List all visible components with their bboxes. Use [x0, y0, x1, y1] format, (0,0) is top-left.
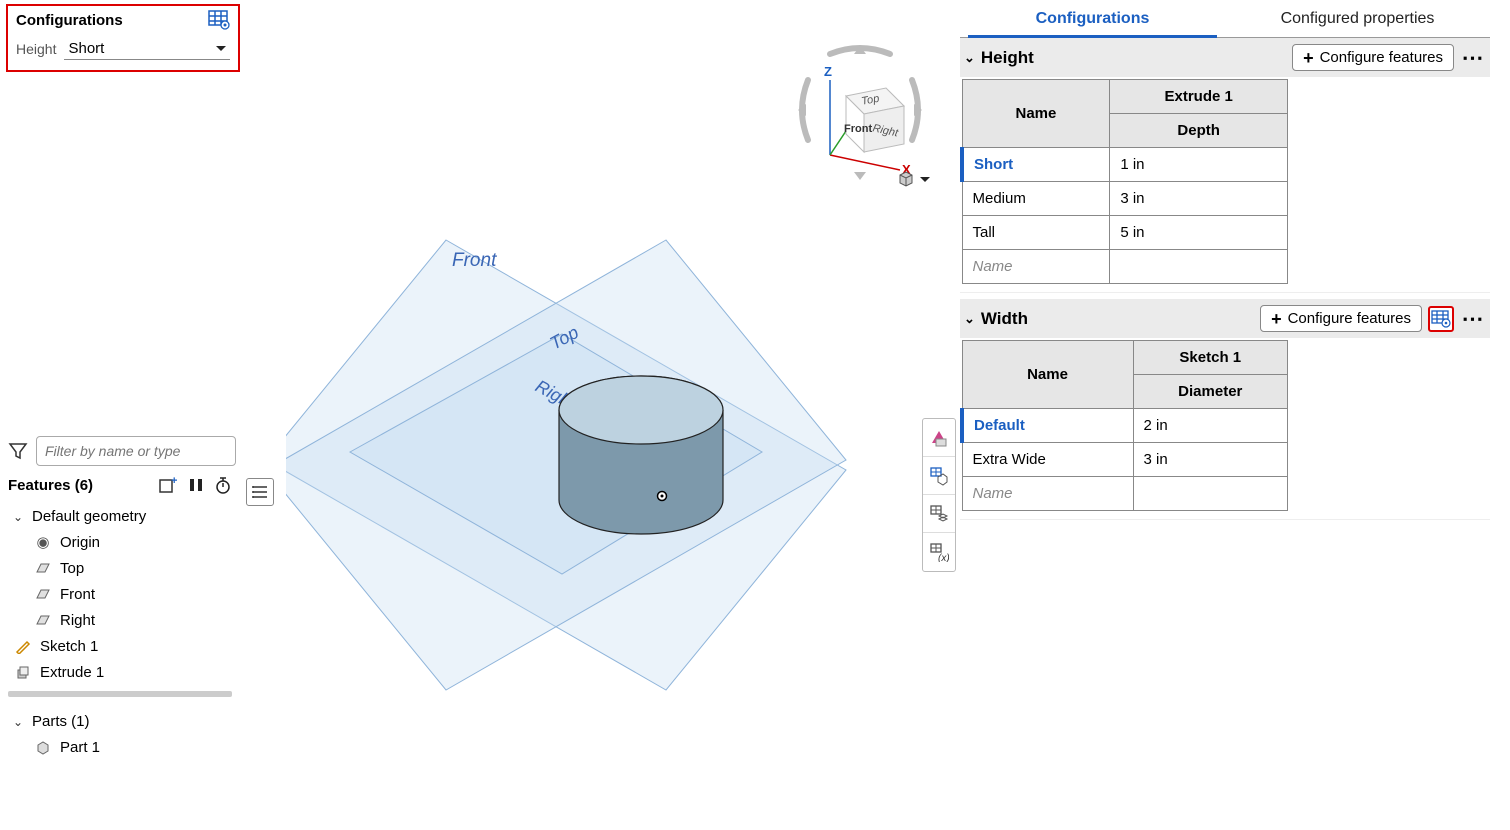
appearance-icon[interactable] — [923, 419, 955, 457]
tree-parts-header[interactable]: ⌄ Parts (1) — [0, 709, 240, 734]
section-height: ⌄ Height + Configure features ⋯ Name Ext… — [960, 38, 1490, 293]
extrude-icon — [14, 663, 32, 681]
origin-icon: ◉ — [34, 533, 52, 551]
feature-tree: ⌄ Default geometry ◉ Origin Top Front Ri… — [0, 500, 240, 689]
config-param-value: Short — [68, 40, 104, 57]
svg-text:Z: Z — [824, 64, 832, 79]
pause-icon[interactable] — [188, 477, 204, 493]
section-width-title: Width — [981, 309, 1028, 329]
config-param-label: Height — [16, 41, 56, 57]
filter-icon[interactable] — [8, 441, 28, 461]
chevron-down-icon: ⌄ — [12, 715, 24, 729]
table-row-new[interactable]: Name — [962, 250, 1288, 284]
col-feature: Extrude 1 — [1110, 80, 1288, 114]
tree-sketch1[interactable]: Sketch 1 — [0, 633, 240, 659]
tree-part1[interactable]: Part 1 — [0, 734, 240, 760]
tab-configured-properties[interactable]: Configured properties — [1225, 0, 1490, 37]
part-icon — [34, 738, 52, 756]
config-param-dropdown[interactable]: Short — [64, 38, 230, 60]
table-row[interactable]: Medium 3 in — [962, 182, 1288, 216]
features-panel: Features (6) + ⌄ Default geometry ◉ Orig… — [0, 432, 240, 830]
plane-icon — [34, 585, 52, 603]
right-panel: Configurations Configured properties ⌄ H… — [960, 0, 1490, 526]
view-cube[interactable]: Z X Y Top Front Right — [790, 40, 930, 190]
width-table: Name Sketch 1 Diameter Default 2 in Extr… — [960, 340, 1288, 511]
add-feature-icon[interactable]: + — [158, 476, 178, 494]
sketch-icon — [14, 637, 32, 655]
plus-icon: + — [1271, 313, 1282, 325]
col-param: Depth — [1110, 114, 1288, 148]
chevron-down-icon[interactable]: ⌄ — [964, 50, 975, 66]
configurations-box-title: Configurations — [16, 12, 123, 29]
stopwatch-icon[interactable] — [214, 476, 232, 494]
configurations-box: Configurations Height Short — [6, 4, 240, 72]
col-param: Diameter — [1133, 375, 1287, 409]
plus-icon: + — [1303, 52, 1314, 64]
tab-configurations[interactable]: Configurations — [960, 0, 1225, 37]
plane-icon — [34, 559, 52, 577]
features-header-label: Features (6) — [8, 477, 93, 494]
svg-text:(x): (x) — [938, 553, 949, 562]
tree-extrude1[interactable]: Extrude 1 — [0, 659, 240, 685]
tree-top-plane[interactable]: Top — [0, 555, 240, 581]
view-mode-dropdown[interactable] — [896, 170, 930, 188]
svg-text:+: + — [171, 476, 177, 487]
configure-features-button[interactable]: + Configure features — [1292, 44, 1454, 71]
config-table-visibility-icon[interactable] — [1428, 306, 1454, 332]
tree-right-plane[interactable]: Right — [0, 607, 240, 633]
plane-icon — [34, 611, 52, 629]
tree-default-geometry[interactable]: ⌄ Default geometry — [0, 504, 240, 529]
chevron-down-icon: ⌄ — [12, 510, 24, 524]
tree-front-plane[interactable]: Front — [0, 581, 240, 607]
caret-down-icon — [920, 177, 930, 182]
height-table: Name Extrude 1 Depth Short 1 in Medium 3… — [960, 79, 1288, 284]
col-name: Name — [962, 80, 1110, 148]
rollback-bar[interactable] — [8, 691, 232, 697]
config-assembly-icon[interactable] — [923, 495, 955, 533]
config-table-icon[interactable] — [208, 10, 230, 30]
chevron-down-icon[interactable]: ⌄ — [964, 311, 975, 327]
table-row-new[interactable]: Name — [962, 477, 1288, 511]
table-row[interactable]: Tall 5 in — [962, 216, 1288, 250]
col-feature: Sketch 1 — [1133, 341, 1287, 375]
more-menu-icon[interactable]: ⋯ — [1460, 45, 1486, 71]
3d-model: Front Top Right — [286, 200, 906, 760]
svg-text:Front: Front — [844, 123, 872, 135]
col-name: Name — [962, 341, 1133, 409]
table-row[interactable]: Extra Wide 3 in — [962, 443, 1288, 477]
config-cube-icon[interactable] — [923, 457, 955, 495]
filter-input[interactable] — [36, 436, 236, 466]
section-height-title: Height — [981, 48, 1034, 68]
toolbar-vertical: (x) — [922, 418, 956, 572]
configure-features-button[interactable]: + Configure features — [1260, 305, 1422, 332]
plane-label-front: Front — [452, 250, 497, 271]
more-menu-icon[interactable]: ⋯ — [1460, 306, 1486, 332]
tree-origin[interactable]: ◉ Origin — [0, 529, 240, 555]
caret-down-icon — [216, 46, 226, 51]
config-variable-icon[interactable]: (x) — [923, 533, 955, 571]
table-row[interactable]: Short 1 in — [962, 148, 1288, 182]
section-width: ⌄ Width + Configure features ⋯ Name Sket… — [960, 299, 1490, 520]
table-row[interactable]: Default 2 in — [962, 409, 1288, 443]
